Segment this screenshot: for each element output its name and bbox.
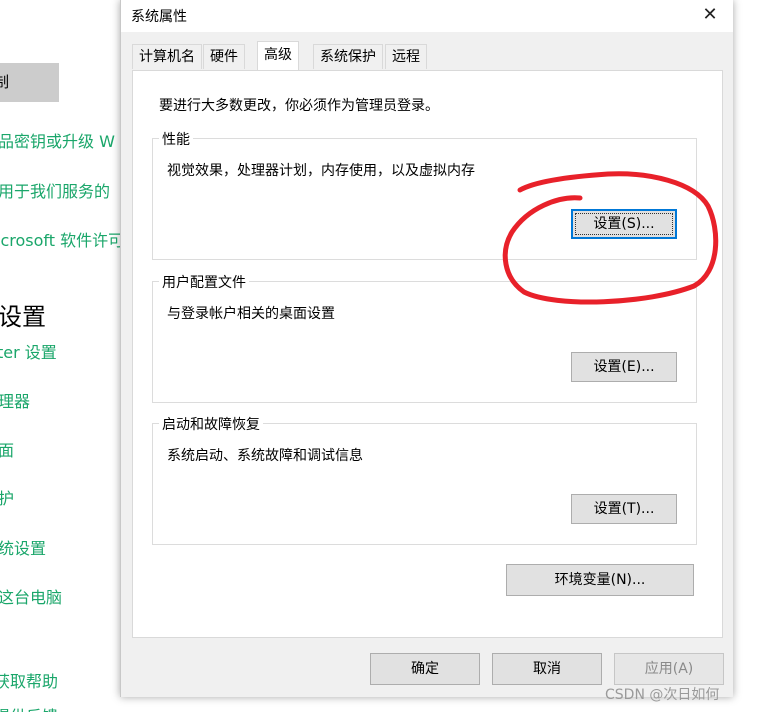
close-icon: ✕	[702, 4, 718, 25]
bg-link-services[interactable]: 用于我们服务的	[0, 178, 110, 202]
dialog-title: 系统属性	[131, 9, 187, 25]
bg-link-center-settings[interactable]: ter 设置	[0, 339, 57, 363]
performance-label: 性能	[159, 129, 193, 149]
close-button[interactable]: ✕	[687, 0, 733, 32]
user-profiles-settings-button[interactable]: 设置(E)...	[571, 352, 677, 382]
bg-link-protection[interactable]: 护	[0, 485, 14, 509]
bg-link-system-settings[interactable]: 统设置	[0, 535, 46, 559]
tab-remote[interactable]: 远程	[385, 44, 427, 69]
bg-link-get-help[interactable]: 获取帮助	[0, 668, 58, 692]
ok-button[interactable]: 确定	[370, 653, 480, 685]
advanced-tab-page: 要进行大多数更改，你必须作为管理员登录。 性能 视觉效果，处理器计划，内存使用，…	[132, 70, 723, 638]
system-properties-dialog: 系统属性 ✕ 计算机名 硬件 高级 系统保护 远程 要进行大多数更改，你必须作为…	[120, 0, 733, 697]
admin-notice: 要进行大多数更改，你必须作为管理员登录。	[159, 98, 439, 114]
bg-link-license[interactable]: icrosoft 软件许可	[0, 227, 122, 251]
tab-system-protection[interactable]: 系统保护	[313, 44, 383, 69]
user-profiles-description: 与登录帐户相关的桌面设置	[167, 306, 335, 322]
bg-link-product-key[interactable]: 品密钥或升级 W	[0, 128, 115, 152]
apply-button[interactable]: 应用(A)	[614, 653, 724, 685]
environment-variables-button[interactable]: 环境变量(N)...	[506, 564, 694, 596]
startup-recovery-description: 系统启动、系统故障和调试信息	[167, 448, 363, 464]
bg-link-desktop[interactable]: 面	[0, 437, 14, 461]
bg-link-feedback[interactable]: 提供反馈	[0, 703, 58, 712]
user-profiles-label: 用户配置文件	[159, 272, 249, 292]
bg-heading-settings: 设置	[0, 303, 46, 331]
tab-hardware[interactable]: 硬件	[203, 44, 245, 69]
startup-recovery-settings-button[interactable]: 设置(T)...	[571, 494, 677, 524]
tab-advanced[interactable]: 高级	[257, 41, 299, 70]
bg-link-manager[interactable]: 理器	[0, 388, 30, 412]
background-settings-panel: 制 品密钥或升级 W 用于我们服务的 icrosoft 软件许可 设置 ter …	[0, 0, 122, 712]
bg-link-this-pc[interactable]: 这台电脑	[0, 584, 62, 608]
performance-description: 视觉效果，处理器计划，内存使用，以及虚拟内存	[167, 163, 475, 179]
background-button-label: 制	[0, 73, 10, 91]
performance-group: 性能 视觉效果，处理器计划，内存使用，以及虚拟内存 设置(S)...	[152, 129, 697, 260]
cancel-button[interactable]: 取消	[492, 653, 602, 685]
tab-computer-name[interactable]: 计算机名	[132, 44, 202, 69]
user-profiles-group: 用户配置文件 与登录帐户相关的桌面设置 设置(E)...	[152, 272, 697, 403]
startup-recovery-group: 启动和故障恢复 系统启动、系统故障和调试信息 设置(T)...	[152, 414, 697, 545]
csdn-watermark: CSDN @次日如何	[605, 687, 720, 703]
background-button[interactable]: 制	[0, 63, 59, 102]
title-bar[interactable]: 系统属性 ✕	[121, 0, 733, 32]
startup-recovery-label: 启动和故障恢复	[159, 414, 263, 434]
performance-settings-button[interactable]: 设置(S)...	[571, 209, 677, 239]
